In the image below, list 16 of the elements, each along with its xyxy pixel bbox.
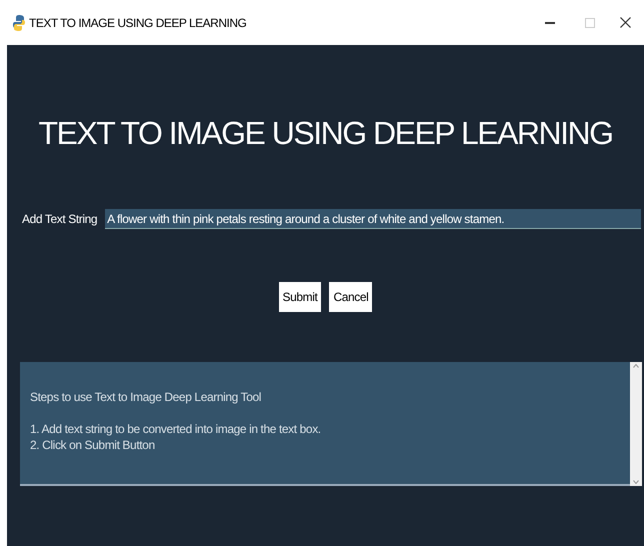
text-input-field[interactable]: A flower with thin pink petals resting around a cluster of white and yellow stamen. bbox=[105, 209, 641, 229]
scroll-down-icon bbox=[633, 480, 639, 484]
app-heading: TEXT TO IMAGE USING DEEP LEARNING bbox=[38, 117, 613, 149]
field-label: Add Text String bbox=[22, 211, 98, 228]
close-icon bbox=[620, 17, 630, 28]
instruction-step: 1. Add text string to be converted into image in the text box. bbox=[30, 421, 620, 437]
instructions-title: Steps to use Text to Image Deep Learning Tool bbox=[30, 389, 262, 405]
maximize-icon bbox=[585, 18, 595, 28]
python-icon bbox=[13, 14, 25, 30]
action-button[interactable]: Cancel bbox=[329, 282, 372, 312]
scroll-up-icon bbox=[633, 364, 639, 368]
window-title: TEXT TO IMAGE USING DEEP LEARNING bbox=[29, 14, 246, 32]
action-button[interactable]: Submit bbox=[278, 282, 322, 312]
scrollbar[interactable] bbox=[630, 362, 642, 486]
minimize-icon bbox=[545, 22, 555, 24]
instruction-step: 2. Click on Submit Button bbox=[30, 437, 620, 453]
